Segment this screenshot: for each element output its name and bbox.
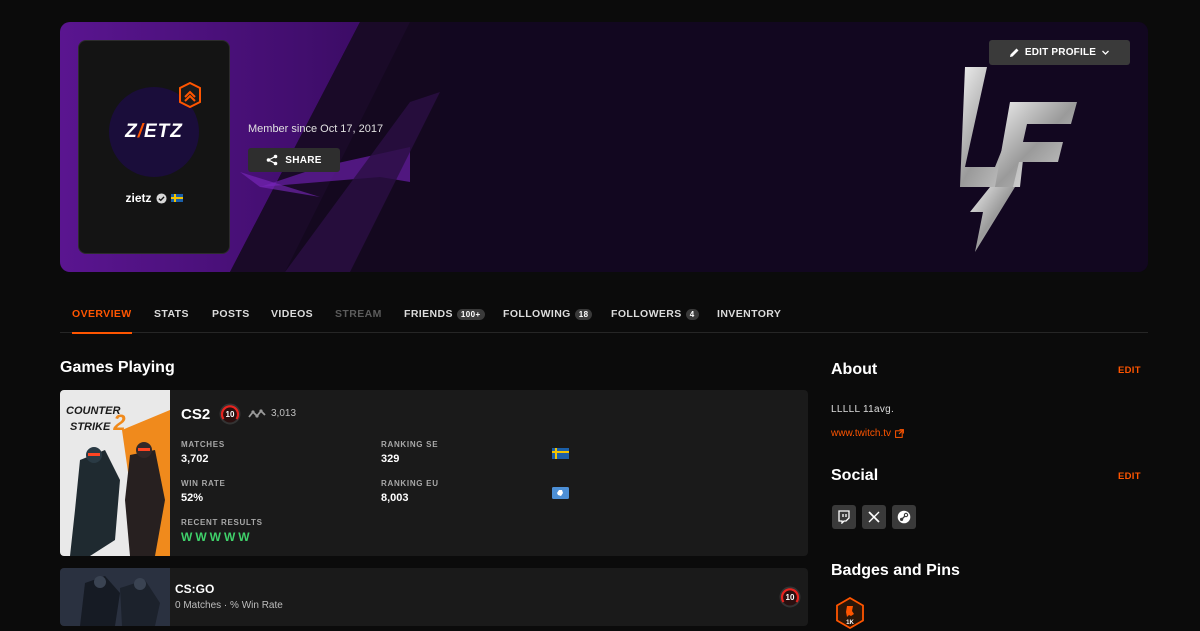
tab-label: STREAM xyxy=(335,308,382,320)
edit-profile-label: EDIT PROFILE xyxy=(1024,47,1097,58)
cover-line-2-text: STRIKE xyxy=(70,421,111,433)
game-name-cs2: CS2 xyxy=(181,406,211,423)
social-title: Social xyxy=(831,467,879,484)
win-rate-label: WIN RATE xyxy=(181,479,226,488)
cs2-cover-image: COUNTER STRIKE 2 xyxy=(60,390,170,556)
sweden-flag-icon xyxy=(552,448,569,459)
tab-friends[interactable]: FRIENDS 100+ xyxy=(404,308,485,320)
tab-following[interactable]: FOLLOWING 18 xyxy=(503,308,593,320)
csgo-cover-image xyxy=(60,568,170,626)
badge-pin-label: 1K xyxy=(846,620,854,626)
username-row: zietz xyxy=(79,191,229,205)
tab-label: VIDEOS xyxy=(271,308,314,320)
tab-videos[interactable]: VIDEOS xyxy=(271,308,313,320)
tab-stats[interactable]: STATS xyxy=(154,308,189,320)
game-card-csgo[interactable]: CS:GO 0 Matches · % Win Rate 10 xyxy=(60,568,808,626)
friends-count-badge: 100+ xyxy=(456,308,485,320)
twitch-button[interactable] xyxy=(832,505,856,529)
following-count-badge: 18 xyxy=(574,308,593,320)
team-logo-icon xyxy=(960,67,1077,252)
tab-overview[interactable]: OVERVIEW xyxy=(72,308,132,334)
tab-posts[interactable]: POSTS xyxy=(212,308,250,320)
csgo-summary: 0 Matches · % Win Rate xyxy=(175,600,283,611)
about-text: LLLLL 11avg. xyxy=(831,404,895,415)
win-rate-value: 52% xyxy=(181,492,204,504)
share-button[interactable]: SHARE xyxy=(248,148,340,172)
pencil-icon xyxy=(1009,48,1019,57)
game-name-csgo: CS:GO xyxy=(175,582,215,596)
tab-label: OVERVIEW xyxy=(72,308,132,320)
games-playing-title: Games Playing xyxy=(60,359,175,376)
steam-icon xyxy=(897,510,911,524)
twitch-link[interactable]: www.twitch.tv xyxy=(831,428,904,439)
ranking-se-value: 329 xyxy=(381,453,400,465)
elo-value: 3,013 xyxy=(271,408,297,419)
game-card-cs2[interactable]: COUNTER STRIKE 2 CS2 10 3,013 MATCHES 3,… xyxy=(60,390,808,556)
level-badge-icon xyxy=(179,82,201,108)
tab-inventory[interactable]: INVENTORY xyxy=(717,308,781,320)
profile-banner: Z/ETZ zietz Member since Oct 17, 2017 SH… xyxy=(60,22,1148,272)
skill-level-icon: 10 xyxy=(779,586,801,608)
twitch-link-text: www.twitch.tv xyxy=(831,428,892,439)
matches-label: MATCHES xyxy=(181,440,225,449)
ranking-se-label: RANKING SE xyxy=(381,440,439,449)
tab-label: FOLLOWING xyxy=(503,308,571,320)
tab-label: FOLLOWERS xyxy=(611,308,682,320)
tab-label: POSTS xyxy=(212,308,250,320)
eu-region-icon xyxy=(552,487,569,499)
badges-title: Badges and Pins xyxy=(831,562,960,579)
cs2-cover-title: COUNTER STRIKE 2 xyxy=(66,406,126,434)
tab-label: INVENTORY xyxy=(717,308,782,320)
skill-level-icon: 10 xyxy=(219,403,241,425)
recent-results-label: RECENT RESULTS xyxy=(181,518,263,527)
badge-pin-icon[interactable]: 1K xyxy=(834,597,866,629)
external-link-icon xyxy=(895,429,904,438)
csgo-cover-art xyxy=(60,568,170,626)
steam-button[interactable] xyxy=(892,505,916,529)
avatar-logo-text: Z/ETZ xyxy=(125,121,183,142)
skill-level-text: 10 xyxy=(786,593,795,602)
tab-stream: STREAM xyxy=(335,308,382,320)
share-icon xyxy=(266,154,278,166)
recent-results: WWWWW xyxy=(181,530,253,544)
ranking-eu-value: 8,003 xyxy=(381,492,409,504)
elo-trend-icon xyxy=(248,409,266,418)
cover-number: 2 xyxy=(113,410,126,435)
twitch-icon xyxy=(838,510,850,524)
profile-card: Z/ETZ zietz xyxy=(78,40,230,254)
tab-followers[interactable]: FOLLOWERS 4 xyxy=(611,308,699,320)
about-edit-link[interactable]: EDIT xyxy=(1118,365,1141,376)
followers-count-badge: 4 xyxy=(685,308,699,320)
x-icon xyxy=(868,511,880,523)
share-label: SHARE xyxy=(285,154,322,166)
tab-label: STATS xyxy=(154,308,189,320)
ranking-eu-label: RANKING EU xyxy=(381,479,439,488)
member-since: Member since Oct 17, 2017 xyxy=(248,123,384,135)
tab-label: FRIENDS xyxy=(404,308,453,320)
sweden-flag-icon xyxy=(170,194,183,202)
x-button[interactable] xyxy=(862,505,886,529)
matches-value: 3,702 xyxy=(181,453,209,465)
username: zietz xyxy=(125,191,152,205)
social-edit-link[interactable]: EDIT xyxy=(1118,471,1141,482)
chevron-down-icon xyxy=(1102,50,1110,55)
skill-level-text: 10 xyxy=(226,410,235,419)
profile-tabs: OVERVIEW STATS POSTS VIDEOS STREAM FRIEN… xyxy=(60,296,1148,334)
cover-line-2: STRIKE 2 xyxy=(66,412,126,434)
about-title: About xyxy=(831,361,878,378)
verified-icon xyxy=(155,192,167,204)
